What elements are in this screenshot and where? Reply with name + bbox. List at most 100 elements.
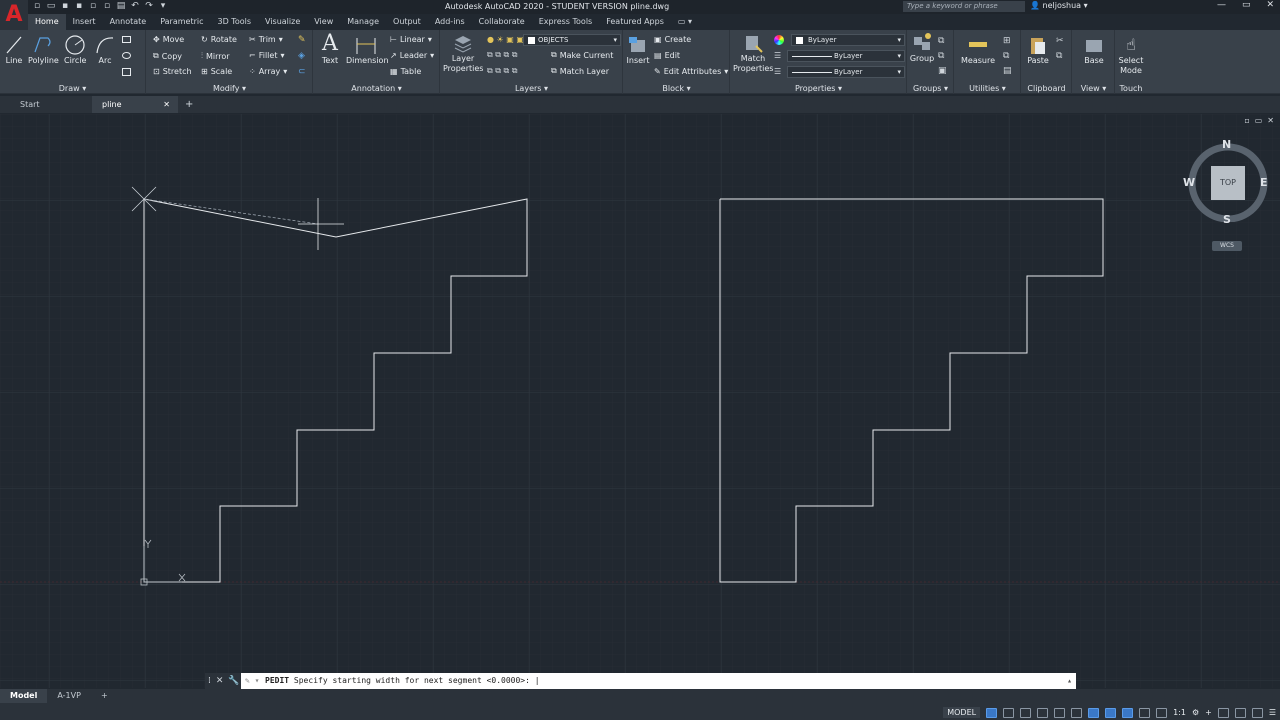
close-tab-icon[interactable]: ✕ [163, 96, 170, 113]
command-history-icon[interactable]: ✎ ▾ [245, 673, 259, 689]
annotation-scale[interactable]: 1:1 [1173, 708, 1186, 717]
undo-icon[interactable]: ↶ [130, 1, 140, 11]
snap-toggle-icon[interactable] [1003, 707, 1015, 718]
object-track-icon[interactable] [1071, 707, 1083, 718]
redo-icon[interactable]: ↷ [144, 1, 154, 11]
ribbon-tab-featured-apps[interactable]: Featured Apps [599, 14, 671, 30]
transparency-toggle-icon[interactable] [1122, 707, 1134, 718]
panel-label-layers[interactable]: Layers ▾ [441, 84, 622, 93]
ribbon-tab-parametric[interactable]: Parametric [153, 14, 210, 30]
osnap-toggle-icon[interactable] [1088, 707, 1100, 718]
command-drag-handle-icon[interactable]: ⁞ [208, 673, 211, 689]
select-mode-button[interactable]: ☝ Select Mode [1118, 34, 1144, 76]
ribbon-tab-insert[interactable]: Insert [66, 14, 103, 30]
lineweight-dropdown[interactable]: ByLayer ▾ [787, 50, 905, 62]
restore-icon[interactable]: ▭ [1242, 0, 1251, 10]
match-layer-button[interactable]: ⧉ Match Layer [551, 66, 609, 76]
save-icon[interactable]: ▪ [60, 1, 70, 11]
panel-label-touch[interactable]: Touch [1116, 84, 1146, 93]
quick-properties-icon[interactable] [1234, 707, 1246, 718]
doc-tab-pline[interactable]: pline ✕ [92, 96, 178, 113]
viewcube-north[interactable]: N [1222, 138, 1231, 151]
color-dropdown[interactable]: ByLayer ▾ [791, 34, 905, 46]
group-button[interactable]: Group [908, 32, 936, 63]
table-button[interactable]: ▦ Table [390, 67, 421, 76]
create-block-button[interactable]: ▣ Create [654, 35, 691, 44]
layer-properties-button[interactable]: Layer Properties [443, 32, 483, 74]
command-close-icon[interactable]: ✕ [216, 673, 224, 689]
utilities-tools-icon[interactable]: ⊞ ⧉ ▤ [1003, 34, 1012, 79]
rectangle-icon[interactable] [122, 36, 131, 43]
save-as-icon[interactable]: ▪ [74, 1, 84, 11]
move-button[interactable]: ✥ Move [153, 35, 184, 44]
viewport-restore-icon[interactable]: ▭ [1255, 116, 1263, 125]
array-button[interactable]: ⁘ Array ▾ [249, 67, 287, 76]
add-layout-icon[interactable]: + [91, 689, 118, 703]
minimize-icon[interactable]: — [1217, 0, 1226, 10]
color-wheel-icon[interactable] [774, 35, 784, 45]
polyline-tool[interactable]: Polyline [28, 34, 59, 65]
application-menu-button[interactable]: A [0, 0, 28, 30]
viewcube-south[interactable]: S [1223, 213, 1231, 226]
ribbon-tab-add-ins[interactable]: Add-ins [428, 14, 472, 30]
polar-toggle-icon[interactable] [1037, 707, 1049, 718]
annotation-monitor-icon[interactable]: + [1205, 708, 1212, 717]
ribbon-tab-express-tools[interactable]: Express Tools [532, 14, 600, 30]
model-space-toggle[interactable]: MODEL [943, 707, 981, 718]
panel-label-block[interactable]: Block ▾ [624, 84, 729, 93]
viewcube-east[interactable]: E [1260, 176, 1268, 189]
wcs-menu[interactable]: WCS [1212, 241, 1242, 251]
make-current-button[interactable]: ⧉ Make Current [551, 50, 613, 60]
layout-tab-a1vp[interactable]: A-1VP [47, 689, 91, 703]
measure-button[interactable]: Measure [959, 34, 997, 65]
panel-label-groups[interactable]: Groups ▾ [908, 84, 953, 93]
drawing-canvas[interactable]: ▫ ▭ ✕ [0, 114, 1280, 688]
panel-label-utilities[interactable]: Utilities ▾ [955, 84, 1020, 93]
mirror-button[interactable]: ⫶ Mirror [201, 51, 230, 61]
annotation-visibility-icon[interactable] [1156, 707, 1168, 718]
layer-tools-row2[interactable]: ⧉ ⧉ ⧉ ⧉ [487, 50, 517, 60]
fillet-button[interactable]: ⌐ Fillet ▾ [249, 51, 284, 60]
customize-status-icon[interactable]: ☰ [1269, 708, 1276, 717]
user-account[interactable]: 👤 neljoshua ▾ [1030, 1, 1088, 10]
ribbon-tab-visualize[interactable]: Visualize [258, 14, 307, 30]
arc-tool[interactable]: Arc [94, 34, 116, 65]
print-icon[interactable]: ▤ [116, 1, 126, 11]
viewcube-top-face[interactable]: TOP [1214, 178, 1242, 187]
ribbon-tab-manage[interactable]: Manage [340, 14, 386, 30]
group-tools-icon[interactable]: ⧉ ⧉ ▣ [938, 34, 947, 79]
copy-button[interactable]: ⧉ Copy [153, 51, 182, 61]
units-icon[interactable] [1217, 707, 1229, 718]
viewport-close-icon[interactable]: ✕ [1267, 116, 1274, 125]
doc-tab-start[interactable]: Start [2, 96, 90, 113]
scale-button[interactable]: ⊞ Scale [201, 67, 232, 76]
base-view-button[interactable]: Base [1079, 34, 1109, 65]
text-tool[interactable]: A Text [318, 32, 342, 66]
layout-tab-model[interactable]: Model [0, 689, 48, 703]
panel-label-annotation[interactable]: Annotation ▾ [314, 84, 439, 93]
isodraft-toggle-icon[interactable] [1054, 707, 1066, 718]
ribbon-tab-view[interactable]: View [307, 14, 340, 30]
cloud-save-icon[interactable]: ▫ [102, 1, 112, 11]
new-tab-icon[interactable]: + [185, 96, 193, 113]
command-line[interactable]: ✎ ▾ PEDIT Specify starting width for nex… [241, 673, 1076, 689]
panel-label-properties[interactable]: Properties ▾ [731, 84, 906, 93]
grid-toggle-icon[interactable] [986, 707, 998, 718]
panel-label-draw[interactable]: Draw ▾ [0, 84, 145, 93]
layer-dropdown[interactable]: OBJECTS ▾ [523, 34, 621, 46]
search-input[interactable]: Type a keyword or phrase [903, 1, 1025, 12]
ribbon-tab-home[interactable]: Home [28, 14, 66, 30]
new-file-icon[interactable]: ▫ [32, 1, 42, 11]
selection-cycling-icon[interactable] [1139, 707, 1151, 718]
edit-attributes-button[interactable]: ✎ Edit Attributes ▾ [654, 67, 728, 76]
cloud-open-icon[interactable]: ▫ [88, 1, 98, 11]
leader-button[interactable]: ↗ Leader ▾ [390, 51, 434, 60]
hatch-icon[interactable] [122, 52, 131, 59]
viewcube[interactable]: N S W E TOP [1183, 138, 1270, 226]
circle-tool[interactable]: Circle [64, 34, 86, 65]
layer-state-icons[interactable]: ● ☀ ▣ ▣ [487, 35, 524, 44]
match-properties-button[interactable]: Match Properties [733, 32, 773, 74]
clipboard-tools-icon[interactable]: ✂ ⧉ [1056, 34, 1064, 64]
close-icon[interactable]: ✕ [1266, 0, 1274, 10]
stretch-button[interactable]: ⊡ Stretch [153, 67, 192, 76]
